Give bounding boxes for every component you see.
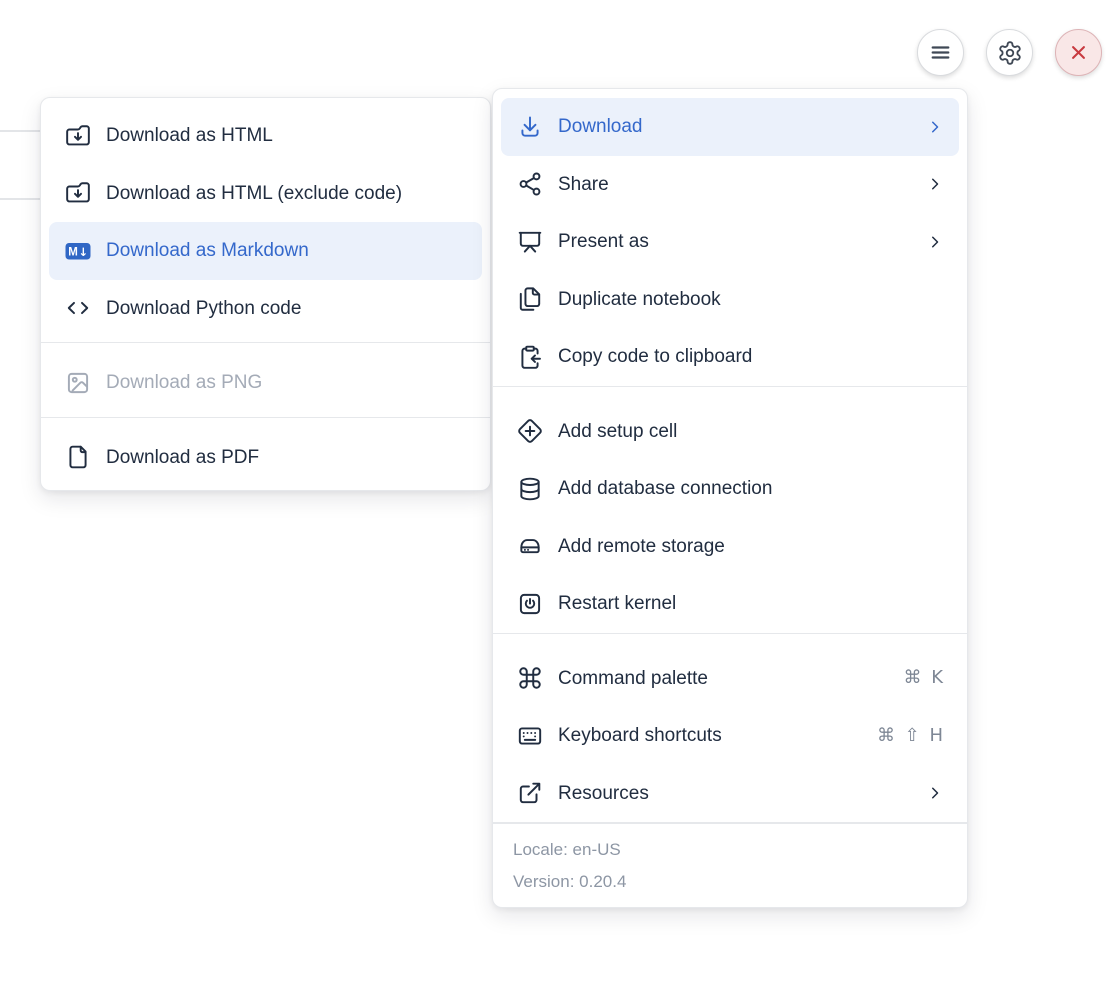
menu-item-download-as-html[interactable]: Download as HTML	[49, 107, 482, 165]
presentation-icon	[516, 228, 543, 255]
hamburger-icon	[928, 40, 953, 65]
chevron-right-icon	[925, 174, 945, 194]
gear-icon	[997, 40, 1023, 66]
share-icon	[516, 171, 543, 198]
menu-item-add-setup-cell[interactable]: Add setup cell	[501, 403, 959, 461]
clipboard-paste-icon	[516, 343, 543, 370]
chevron-right-icon	[925, 117, 945, 137]
menu-item-present-as[interactable]: Present as	[501, 213, 959, 271]
menu-item-label: Add setup cell	[558, 422, 677, 441]
file-icon	[64, 444, 91, 471]
folder-down-icon	[64, 180, 91, 207]
menu-separator	[493, 386, 967, 387]
shutdown-button[interactable]	[1055, 29, 1102, 76]
menu-item-label: Download as PDF	[106, 448, 259, 467]
square-power-icon	[516, 590, 543, 617]
page-rule-line	[0, 130, 41, 132]
menu-item-download-as-markdown[interactable]: M↓ Download as Markdown	[49, 222, 482, 280]
menu-item-label: Share	[558, 175, 609, 194]
external-link-icon	[516, 780, 543, 807]
settings-button[interactable]	[986, 29, 1033, 76]
download-icon	[516, 113, 543, 140]
menu-group: Download Share Present as Duplicate noteboo…	[493, 98, 967, 386]
menu-separator	[41, 342, 490, 343]
download-submenu: Download as HTML Download as HTML (exclud…	[40, 97, 491, 491]
menu-item-label: Present as	[558, 232, 649, 251]
menu-group: Download as PDF	[41, 429, 490, 487]
menu-item-label: Download as Markdown	[106, 241, 309, 260]
menu-item-label: Command palette	[558, 669, 708, 688]
command-icon	[516, 665, 543, 692]
markdown-icon: M↓	[64, 237, 91, 264]
menu-item-duplicate-notebook[interactable]: Duplicate notebook	[501, 271, 959, 329]
hard-drive-icon	[516, 533, 543, 560]
keyboard-icon	[516, 722, 543, 749]
menu-footer: Locale: en-US Version: 0.20.4	[493, 823, 967, 910]
menu-item-label: Resources	[558, 784, 649, 803]
menu-separator	[41, 417, 490, 418]
menu-group: Add setup cell Add database connection Add…	[493, 403, 967, 633]
menu-item-download[interactable]: Download	[501, 98, 959, 156]
svg-text:M: M	[68, 246, 78, 258]
menu-item-add-database-connection[interactable]: Add database connection	[501, 460, 959, 518]
menu-item-label: Add database connection	[558, 479, 772, 498]
menu-separator	[493, 633, 967, 634]
menu-item-download-python-code[interactable]: Download Python code	[49, 280, 482, 338]
menu-item-label: Download	[558, 117, 643, 136]
files-icon	[516, 286, 543, 313]
notebook-menu: Download Share Present as Duplicate noteboo…	[492, 88, 968, 908]
close-icon	[1066, 40, 1091, 65]
menu-item-label: Restart kernel	[558, 594, 676, 613]
locale-text: Locale: en-US	[513, 834, 947, 866]
menu-item-label: Copy code to clipboard	[558, 347, 752, 366]
menu-item-label: Duplicate notebook	[558, 290, 721, 309]
menu-item-download-as-pdf[interactable]: Download as PDF	[49, 429, 482, 487]
image-icon	[64, 369, 91, 396]
notebook-menu-button[interactable]	[917, 29, 964, 76]
menu-item-label: Add remote storage	[558, 537, 725, 556]
menu-item-label: Download as HTML (exclude code)	[106, 184, 402, 203]
menu-item-download-as-html-exclude-code[interactable]: Download as HTML (exclude code)	[49, 165, 482, 223]
menu-item-label: Download as HTML	[106, 126, 273, 145]
menu-item-resources[interactable]: Resources	[501, 765, 959, 823]
menu-group: Command palette ⌘ K Keyboard shortcuts ⌘ ⇧ …	[493, 650, 967, 823]
chevron-right-icon	[925, 783, 945, 803]
code-icon	[64, 295, 91, 322]
menu-item-label: Download Python code	[106, 299, 301, 318]
menu-item-label: Keyboard shortcuts	[558, 726, 722, 745]
version-text: Version: 0.20.4	[513, 866, 947, 898]
page-rule-line	[0, 198, 41, 200]
diamond-plus-icon	[516, 418, 543, 445]
menu-group: Download as PNG	[41, 354, 490, 412]
menu-item-label: Download as PNG	[106, 373, 262, 392]
svg-text:↓: ↓	[78, 245, 88, 259]
menu-group: Download as HTML Download as HTML (exclud…	[41, 107, 490, 337]
database-icon	[516, 475, 543, 502]
shortcut-hint: ⌘ K	[903, 669, 945, 687]
menu-item-share[interactable]: Share	[501, 156, 959, 214]
shortcut-hint: ⌘ ⇧ H	[877, 727, 945, 745]
menu-item-copy-code-to-clipboard[interactable]: Copy code to clipboard	[501, 328, 959, 386]
chevron-right-icon	[925, 232, 945, 252]
menu-item-download-as-png: Download as PNG	[49, 354, 482, 412]
menu-item-keyboard-shortcuts[interactable]: Keyboard shortcuts ⌘ ⇧ H	[501, 707, 959, 765]
menu-item-add-remote-storage[interactable]: Add remote storage	[501, 518, 959, 576]
menu-item-restart-kernel[interactable]: Restart kernel	[501, 575, 959, 633]
folder-down-icon	[64, 122, 91, 149]
toolbar	[917, 29, 1102, 76]
menu-item-command-palette[interactable]: Command palette ⌘ K	[501, 650, 959, 708]
